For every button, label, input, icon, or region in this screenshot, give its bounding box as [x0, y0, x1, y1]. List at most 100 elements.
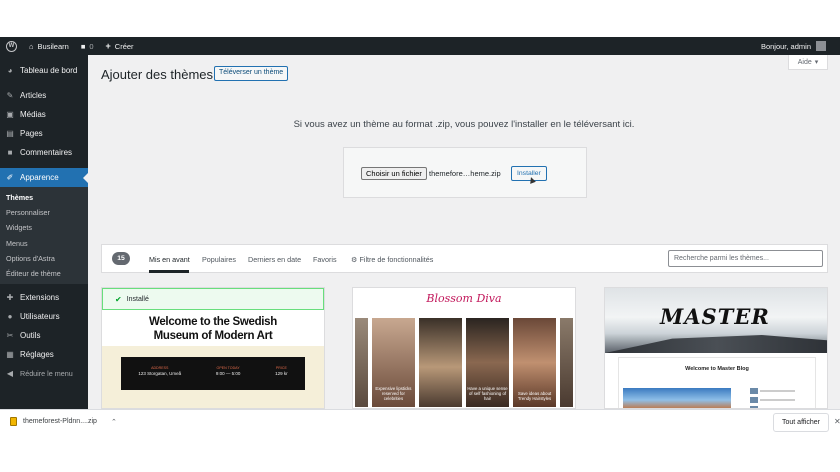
active-tab-indicator — [149, 270, 189, 273]
gear-icon: ⚙ — [351, 255, 358, 264]
admin-sidebar: ◕ Tableau de bord ✎ Articles ▣ Médias ▤ Page… — [0, 55, 88, 409]
home-icon: ⌂ — [29, 41, 34, 51]
menu-label: Tableau de bord — [20, 66, 78, 75]
info-price: PRICE 129 kr — [275, 366, 288, 376]
greeting: Bonjour, admin — [760, 41, 811, 51]
menu-plugins[interactable]: ✚ Extensions — [0, 288, 88, 307]
submenu-themes[interactable]: Thèmes — [0, 190, 88, 205]
main-content: Ajouter des thèmes Téléverser un thème A… — [88, 55, 840, 409]
settings-icon: ▦ — [6, 350, 14, 360]
theme-logo: MASTER — [660, 304, 770, 329]
theme-card-master-blog[interactable]: MASTER Welcome to Master Blog — [604, 287, 828, 409]
menu-settings[interactable]: ▦ Réglages — [0, 345, 88, 364]
photo-caption: Have a unique sense of self fashioning o… — [467, 386, 508, 401]
comment-icon: ■ — [7, 148, 13, 157]
theme-logo: Blossom Diva — [353, 288, 575, 315]
appearance-submenu: Thèmes Personnaliser Widgets Menus Optio… — [0, 187, 88, 285]
download-item[interactable]: themeforest-Pldnn....zip ⌃ — [10, 417, 117, 426]
info-hours: OPEN TODAY 9:00 — 5:00 — [215, 366, 241, 376]
comments-menu[interactable]: ■ 0 — [75, 37, 100, 55]
info-band: ADDRESS 123 Storgatan, Umeå OPEN TODAY 9:0… — [121, 357, 305, 390]
caret-down-icon: ▾ — [814, 59, 819, 66]
plugin-icon: ✚ — [6, 293, 14, 303]
theme-count-badge: 15 — [112, 252, 130, 265]
menu-label: Commentaires — [20, 148, 73, 157]
tab-latest[interactable]: Derniers en date — [248, 255, 301, 264]
theme-photo-strip: Expensive lipsticks reserved for celebri… — [353, 315, 575, 408]
photo-4: Have a unique sense of self fashioning o… — [466, 318, 510, 407]
page-title: Ajouter des thèmes — [101, 67, 214, 82]
upload-instructions: Si vous avez un thème au format .zip, vo… — [293, 119, 635, 130]
browser-top-blank — [0, 0, 840, 37]
installed-notice: ✔ Installé — [102, 288, 324, 310]
photo-6 — [560, 318, 573, 407]
upload-form: Choisir un fichier themefore…heme.zip In… — [343, 147, 587, 198]
theme-card-blossom-diva[interactable]: Blossom Diva Expensive lipsticks reserve… — [352, 287, 576, 409]
tab-featured[interactable]: Mis en avant — [149, 255, 190, 264]
submenu-astra-options[interactable]: Options d'Astra — [0, 251, 88, 266]
installed-label: Installé — [126, 295, 149, 303]
menu-appearance[interactable]: ✐ Apparence — [0, 168, 88, 187]
checkmark-icon: ✔ — [115, 294, 122, 304]
download-shelf: themeforest-Pldnn....zip ⌃ Tout afficher… — [0, 409, 840, 472]
menu-label: Utilisateurs — [20, 312, 60, 322]
tab-popular[interactable]: Populaires — [202, 255, 236, 264]
photo-2: Expensive lipsticks reserved for celebri… — [371, 318, 415, 407]
theme-preview-footer: ADDRESS 123 Storgatan, Umeå OPEN TODAY 9:0… — [102, 346, 324, 408]
new-content-menu[interactable]: + Créer — [100, 37, 140, 55]
collapse-icon: ◀ — [6, 369, 14, 379]
chevron-up-icon[interactable]: ⌃ — [111, 418, 117, 426]
photo-3 — [418, 318, 462, 407]
submenu-menus[interactable]: Menus — [0, 236, 88, 251]
comments-count: 0 — [89, 41, 94, 51]
menu-users[interactable]: ● Utilisateurs — [0, 307, 88, 326]
menu-label: Médias — [20, 110, 46, 119]
blog-sidebar — [750, 388, 795, 408]
menu-posts[interactable]: ✎ Articles — [0, 86, 88, 105]
theme-search-input[interactable]: Recherche parmi les thèmes... — [668, 250, 823, 267]
heading-line-2: Museum of Modern Art — [153, 330, 273, 342]
feature-filter-button[interactable]: ⚙ Filtre de fonctionnalités — [351, 255, 433, 264]
tab-favorites[interactable]: Favoris — [313, 255, 337, 264]
close-icon[interactable]: ✕ — [834, 417, 840, 426]
feature-filter-label: Filtre de fonctionnalités — [359, 255, 434, 264]
submenu-customize[interactable]: Personnaliser — [0, 205, 88, 220]
wp-logo-menu[interactable]: W — [0, 37, 23, 55]
menu-label: Pages — [20, 129, 43, 138]
photo-caption: Save ideas about Trendy Hairstyles — [517, 391, 552, 401]
download-file-name: themeforest-Pldnn....zip — [23, 418, 97, 425]
submenu-widgets[interactable]: Widgets — [0, 220, 88, 235]
road-graphic — [605, 335, 827, 353]
submenu-theme-editor[interactable]: Éditeur de thème — [0, 266, 88, 281]
menu-collapse[interactable]: ◀ Réduire le menu — [0, 364, 88, 383]
show-all-button[interactable]: Tout afficher — [773, 413, 830, 432]
menu-tools[interactable]: ✂ Outils — [0, 326, 88, 345]
photo-caption: Expensive lipsticks reserved for celebri… — [375, 386, 412, 401]
theme-card-swedish[interactable]: ✔ Installé Welcome to the Swedish Museum … — [101, 287, 325, 409]
menu-label: Réglages — [20, 350, 54, 360]
brush-icon: ✐ — [6, 173, 14, 182]
menu-label: Articles — [20, 91, 47, 100]
menu-pages[interactable]: ▤ Pages — [0, 124, 88, 143]
pages-icon: ▤ — [6, 129, 14, 138]
photo-5: Save ideas about Trendy Hairstyles — [513, 318, 557, 407]
menu-dashboard[interactable]: ◕ Tableau de bord — [0, 61, 88, 80]
menu-comments[interactable]: ■ Commentaires — [0, 143, 88, 162]
selected-file-name: themefore…heme.zip — [429, 169, 501, 178]
media-icon: ▣ — [6, 110, 14, 119]
site-name-menu[interactable]: ⌂ Busilearn — [23, 37, 75, 55]
zip-file-icon — [10, 417, 17, 426]
menu-label: Réduire le menu — [20, 369, 73, 379]
account-menu[interactable]: Bonjour, admin — [755, 37, 840, 55]
wordpress-icon: W — [6, 40, 17, 52]
site-name: Busilearn — [37, 41, 69, 51]
admin-bar: W ⌂ Busilearn ■ 0 + Créer Bonjour, admin — [0, 37, 840, 55]
heading-line-1: Welcome to the Swedish — [148, 316, 278, 328]
upload-theme-button[interactable]: Téléverser un thème — [214, 66, 289, 81]
pin-icon: ✎ — [6, 91, 14, 100]
choose-file-button[interactable]: Choisir un fichier — [361, 167, 427, 180]
help-tab-button[interactable]: Aide ▾ — [788, 55, 828, 70]
blog-hero-image — [623, 388, 731, 408]
blog-title: Welcome to Master Blog — [685, 366, 749, 372]
menu-media[interactable]: ▣ Médias — [0, 105, 88, 124]
